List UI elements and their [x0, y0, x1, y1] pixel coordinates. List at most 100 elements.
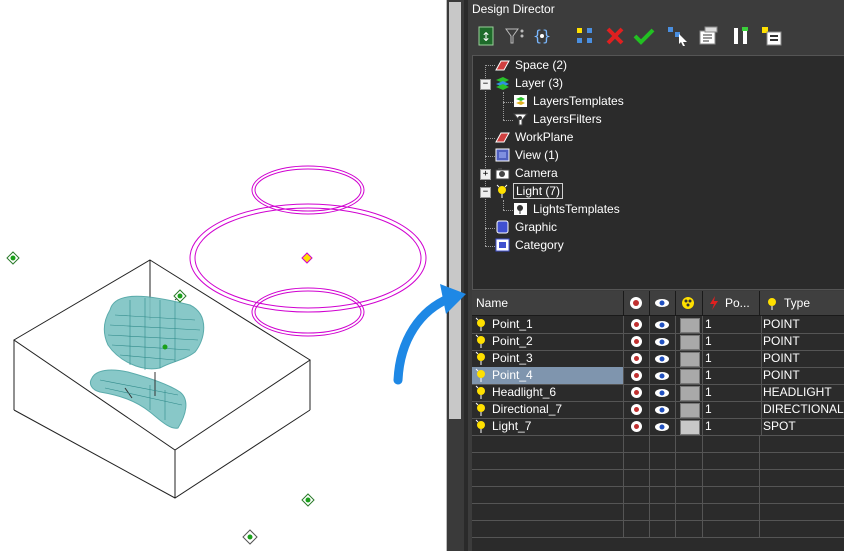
cell-color[interactable]: [676, 333, 703, 350]
column-header-type[interactable]: Type: [760, 291, 844, 315]
empty-row: [472, 520, 844, 538]
cell-color[interactable]: [676, 316, 703, 333]
table-row[interactable]: Point_4 1 POINT: [472, 367, 844, 385]
column-header-visibility[interactable]: [650, 291, 676, 315]
braces-button[interactable]: {}: [530, 24, 552, 48]
cell-visibility[interactable]: [650, 384, 676, 401]
cell-status[interactable]: [624, 316, 650, 333]
empty-cell: [676, 435, 703, 452]
table-row[interactable]: Headlight_6 1 HEADLIGHT: [472, 384, 844, 402]
empty-cell: [676, 520, 703, 537]
cell-color[interactable]: [676, 401, 703, 418]
cell-color[interactable]: [676, 350, 703, 367]
tree-line: [485, 138, 495, 139]
column-header-power[interactable]: Po...: [703, 291, 760, 315]
empty-cell: [676, 486, 703, 503]
cell-type[interactable]: HEADLIGHT: [760, 384, 844, 401]
lights-grid[interactable]: Name Po... Type Point_1 1 POINT Point_2 1 POI…: [472, 291, 844, 551]
status-icon: [631, 336, 642, 347]
pick-select-button[interactable]: [666, 24, 688, 48]
scene-canvas[interactable]: [0, 0, 446, 551]
cell-type[interactable]: SPOT: [760, 418, 844, 435]
cell-status[interactable]: [624, 350, 650, 367]
cell-name[interactable]: Point_3: [472, 350, 624, 367]
tree-line: [485, 65, 495, 66]
color-swatch: [680, 318, 700, 333]
cell-visibility[interactable]: [650, 333, 676, 350]
tree-line: [503, 92, 504, 120]
tree-expand-camera[interactable]: +: [480, 169, 491, 180]
cell-name[interactable]: Light_7: [472, 418, 624, 435]
cell-visibility[interactable]: [650, 316, 676, 333]
cell-status[interactable]: [624, 418, 650, 435]
table-row[interactable]: Point_2 1 POINT: [472, 333, 844, 351]
select-all-button[interactable]: [574, 24, 596, 48]
cell-name[interactable]: Point_4: [472, 367, 624, 384]
cell-name[interactable]: Directional_7: [472, 401, 624, 418]
cell-name[interactable]: Headlight_6: [472, 384, 624, 401]
cell-status[interactable]: [624, 367, 650, 384]
empty-cell: [703, 452, 760, 469]
design-tree[interactable]: − + − Space (2) Layer (3) LayersTemplate…: [472, 55, 844, 290]
light-type-icon: [768, 298, 776, 310]
table-row[interactable]: Directional_7 1 DIRECTIONAL: [472, 401, 844, 419]
properties-button[interactable]: [696, 24, 718, 48]
cell-name[interactable]: Point_2: [472, 333, 624, 350]
column-header-color[interactable]: [676, 291, 703, 315]
tree-collapse-layer[interactable]: −: [480, 79, 491, 90]
cell-power[interactable]: 1: [703, 350, 762, 367]
color-palette-icon: [682, 297, 694, 309]
cell-type[interactable]: POINT: [760, 367, 844, 384]
delete-button[interactable]: [604, 24, 626, 48]
empty-cell: [650, 452, 676, 469]
cell-type[interactable]: POINT: [760, 316, 844, 333]
cell-visibility[interactable]: [650, 418, 676, 435]
new-item-button[interactable]: [760, 24, 782, 48]
design-director-panel: Design Director ↕ {} − + − Space (2) Lay…: [393, 0, 844, 551]
cell-visibility[interactable]: [650, 350, 676, 367]
point-light-marker: [301, 493, 315, 507]
cell-color[interactable]: [676, 418, 703, 435]
apply-button[interactable]: [632, 24, 655, 48]
point-light-marker: [173, 289, 187, 303]
refresh-button[interactable]: ↕: [476, 24, 498, 48]
viewport-3d[interactable]: [0, 0, 447, 551]
empty-cell: [650, 469, 676, 486]
cell-power[interactable]: 1: [703, 333, 762, 350]
cell-color[interactable]: [676, 367, 703, 384]
empty-cell: [624, 435, 650, 452]
cell-visibility[interactable]: [650, 401, 676, 418]
status-icon: [631, 404, 642, 415]
cell-status[interactable]: [624, 333, 650, 350]
cell-power[interactable]: 1: [703, 316, 762, 333]
cell-power[interactable]: 1: [703, 418, 762, 435]
cell-color[interactable]: [676, 384, 703, 401]
empty-row: [472, 486, 844, 504]
cell-visibility[interactable]: [650, 367, 676, 384]
cell-type[interactable]: POINT: [760, 350, 844, 367]
empty-cell: [650, 486, 676, 503]
table-row[interactable]: Light_7 1 SPOT: [472, 418, 844, 436]
table-row[interactable]: Point_1 1 POINT: [472, 316, 844, 334]
viewport-scrollbar-thumb[interactable]: [449, 2, 461, 419]
viewport-scrollbar[interactable]: [447, 0, 464, 551]
cell-type[interactable]: POINT: [760, 333, 844, 350]
graphic-icon: [496, 220, 509, 234]
table-row[interactable]: Point_3 1 POINT: [472, 350, 844, 368]
cell-status[interactable]: [624, 384, 650, 401]
column-header-status[interactable]: [624, 291, 650, 315]
column-header-name[interactable]: Name: [472, 291, 624, 315]
cell-power[interactable]: 1: [703, 367, 762, 384]
eye-icon: [655, 321, 669, 329]
cell-power[interactable]: 1: [703, 401, 762, 418]
tools-button[interactable]: [730, 24, 752, 48]
cell-power[interactable]: 1: [703, 384, 762, 401]
point-light-marker: [242, 529, 258, 545]
cell-status[interactable]: [624, 401, 650, 418]
color-swatch: [680, 352, 700, 367]
tools-icon: [734, 27, 748, 44]
cell-type[interactable]: DIRECTIONAL: [760, 401, 844, 418]
filter-button[interactable]: [504, 24, 526, 48]
cell-name[interactable]: Point_1: [472, 316, 624, 333]
tree-collapse-light[interactable]: −: [480, 187, 491, 198]
